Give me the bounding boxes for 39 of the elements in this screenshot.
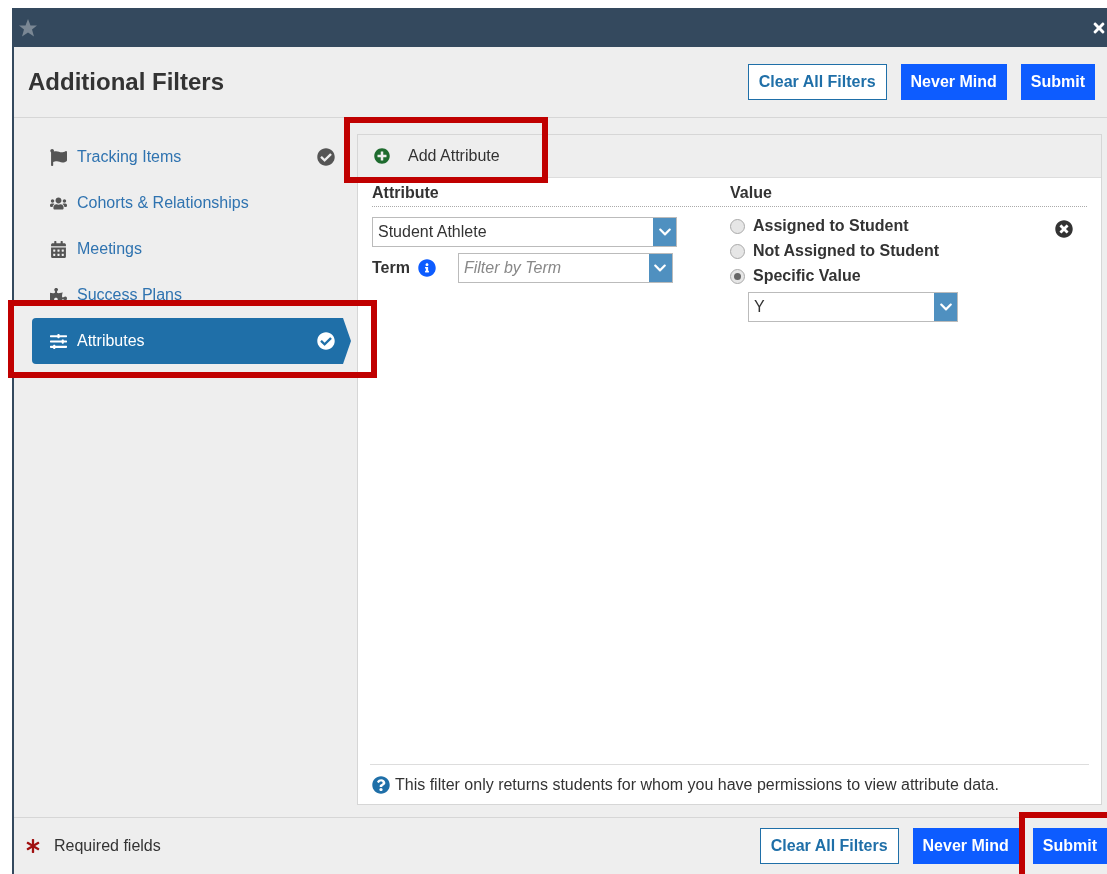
note-text: This filter only returns students for whom you have permissions to view attribute data.	[395, 775, 999, 794]
calendar-icon	[50, 240, 67, 258]
action-button[interactable]: Submit	[1032, 828, 1107, 864]
sidebar-item[interactable]: Attributes	[32, 318, 351, 364]
sidebar-item[interactable]: Cohorts & Relationships	[32, 180, 351, 226]
radio-button[interactable]	[730, 243, 745, 259]
sidebar-item[interactable]: Success Plans	[32, 272, 351, 318]
action-button[interactable]: Never Mind	[912, 828, 1019, 864]
term-label: Term	[372, 259, 410, 277]
chevron-down-icon	[648, 254, 672, 282]
sidebar-item[interactable]: Meetings	[32, 226, 351, 272]
radio-button[interactable]	[730, 218, 745, 234]
term-select[interactable]: Filter by Term	[457, 253, 673, 283]
chevron-down-icon	[934, 293, 957, 321]
add-attribute-button[interactable]: Add Attribute	[374, 147, 500, 165]
plus-icon	[374, 148, 390, 164]
sliders-icon	[50, 332, 67, 350]
remove-icon[interactable]	[1055, 220, 1073, 238]
column-header: Attribute	[372, 184, 439, 201]
radio-option[interactable]: Assigned to Student	[730, 217, 1055, 235]
value-select[interactable]: Y	[748, 292, 958, 322]
attribute-select[interactable]: Student Athlete	[372, 217, 677, 247]
chevron-down-icon	[653, 218, 676, 246]
column-header: Value	[730, 184, 772, 201]
help-icon	[372, 775, 390, 794]
dialog-title: Additional Filters	[28, 68, 225, 96]
action-button[interactable]: Never Mind	[900, 64, 1007, 100]
action-button[interactable]: Submit	[1020, 64, 1095, 100]
flag-icon	[50, 148, 67, 166]
radio-option[interactable]: Not Assigned to Student	[730, 242, 1055, 260]
sidebar-item[interactable]: Tracking Items	[32, 134, 351, 180]
star-icon	[18, 17, 38, 38]
clear-filters-button[interactable]: Clear All Filters	[759, 828, 899, 864]
info-icon	[417, 259, 436, 277]
asterisk-icon	[26, 839, 40, 853]
clear-filters-button[interactable]: Clear All Filters	[747, 64, 887, 100]
radio-option[interactable]: Specific Value	[730, 267, 1055, 285]
radio-button[interactable]	[730, 268, 745, 284]
required-label: Required fields	[54, 837, 161, 855]
